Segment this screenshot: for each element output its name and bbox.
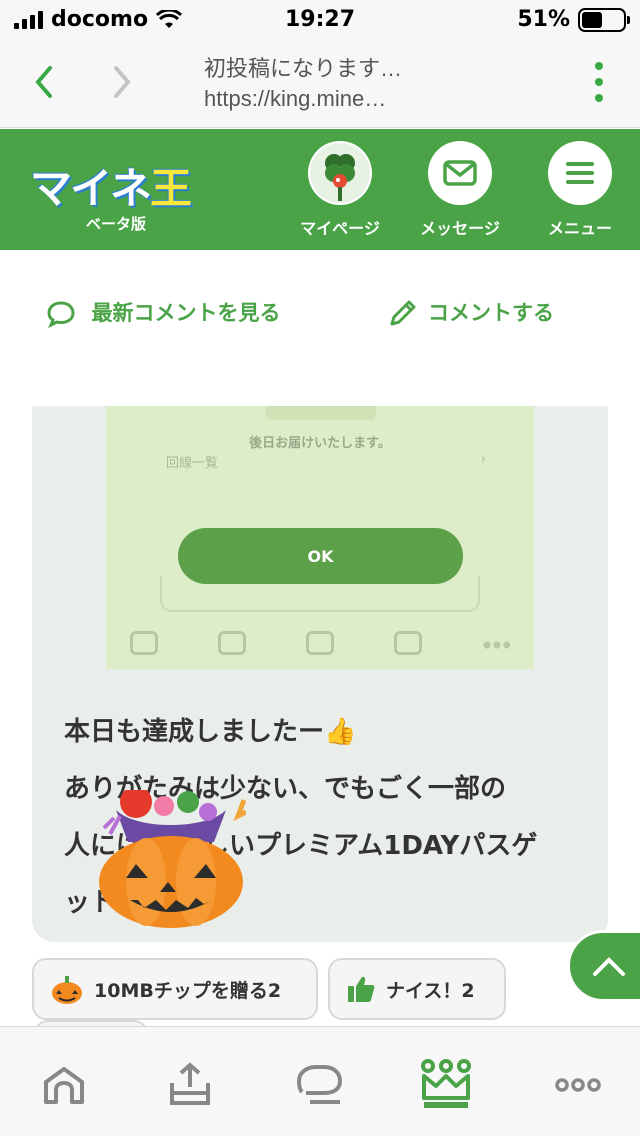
pumpkin-mini-icon	[52, 976, 82, 1004]
menu-label: メニュー	[547, 219, 612, 238]
dots-icon	[555, 1078, 601, 1092]
status-bar: docomo 19:27 51%	[0, 0, 640, 40]
image-row-chevron-icon: ›	[480, 452, 486, 467]
status-right: 51%	[517, 7, 630, 32]
bottom-tab-bar	[0, 1026, 640, 1136]
write-comment-link[interactable]: コメントする	[388, 290, 554, 336]
address-bar[interactable]: 初投稿になります… https://king.mine…	[204, 54, 402, 114]
image-small-text: 後日お届けいたします。	[249, 436, 391, 451]
mypage-label: マイページ	[300, 219, 380, 238]
gift-chip-button[interactable]: 10MBチップを贈る2	[32, 958, 318, 1020]
speech-bubble-icon	[47, 301, 75, 328]
image-ok-button: OK	[178, 528, 463, 584]
chevron-up-icon	[593, 957, 625, 976]
upload-icon	[170, 1062, 210, 1105]
chat-icon	[296, 1065, 343, 1104]
tab-more[interactable]	[546, 1053, 610, 1117]
post-line: 本日も達成しましたー👍	[64, 717, 357, 747]
kebab-icon[interactable]	[592, 62, 606, 102]
avatar	[308, 141, 372, 205]
chevron-right-icon	[114, 66, 131, 98]
site-header: マイネ王 ベータ版 マイページ メッセージ メニュー	[0, 129, 640, 250]
latest-comments-link[interactable]: 最新コメントを見る	[46, 290, 286, 336]
halloween-pumpkin-icon	[99, 790, 246, 928]
messages-label: メッセージ	[420, 219, 500, 238]
latest-comments-label: 最新コメントを見る	[91, 301, 281, 325]
post-card: 後日お届けいたします。 回線一覧 › OK 本日も達成しましたー👍 ありがたみは少…	[32, 406, 608, 942]
crown-icon	[421, 1059, 471, 1108]
tab-chat[interactable]	[288, 1053, 352, 1117]
comment-actions: 最新コメントを見る コメントする	[0, 280, 640, 390]
image-tab-icons	[130, 631, 510, 655]
clover-avatar-icon	[310, 143, 370, 203]
home-icon	[44, 1067, 84, 1104]
messages-button[interactable]: メッセージ	[410, 141, 510, 239]
scroll-to-top-button[interactable]	[567, 930, 640, 1002]
thumbs-up-icon	[348, 976, 375, 1002]
browser-toolbar: 初投稿になります… https://king.mine…	[0, 40, 640, 128]
nice-chip-label: ナイス！2	[386, 979, 475, 1002]
image-row: 回線一覧 ›	[166, 452, 486, 471]
chevron-left-icon	[35, 66, 52, 98]
forward-button[interactable]	[102, 60, 142, 104]
page-title: 初投稿になります…	[204, 56, 403, 81]
battery-percent: 51%	[517, 7, 570, 32]
nice-chip-button[interactable]: ナイス！2	[328, 958, 506, 1020]
post-image[interactable]: 後日お届けいたします。 回線一覧 › OK	[106, 406, 534, 669]
beta-label: ベータ版	[86, 215, 147, 233]
hamburger-icon	[566, 162, 594, 184]
tab-upload[interactable]	[158, 1053, 222, 1117]
tab-home[interactable]	[32, 1053, 96, 1117]
back-button[interactable]	[24, 60, 64, 104]
page-url: https://king.mine…	[204, 86, 387, 111]
write-comment-label: コメントする	[428, 301, 554, 325]
pencil-icon	[390, 300, 416, 326]
envelope-icon	[443, 160, 477, 186]
site-logo[interactable]: マイネ王 ベータ版	[30, 155, 192, 233]
menu-button[interactable]: メニュー	[530, 141, 630, 239]
battery-icon	[578, 7, 630, 32]
mypage-button[interactable]: マイページ	[290, 141, 390, 239]
tab-crown[interactable]	[414, 1053, 478, 1117]
gift-chip-label: 10MBチップを贈る2	[94, 979, 282, 1002]
image-heading-fragment	[266, 406, 376, 420]
